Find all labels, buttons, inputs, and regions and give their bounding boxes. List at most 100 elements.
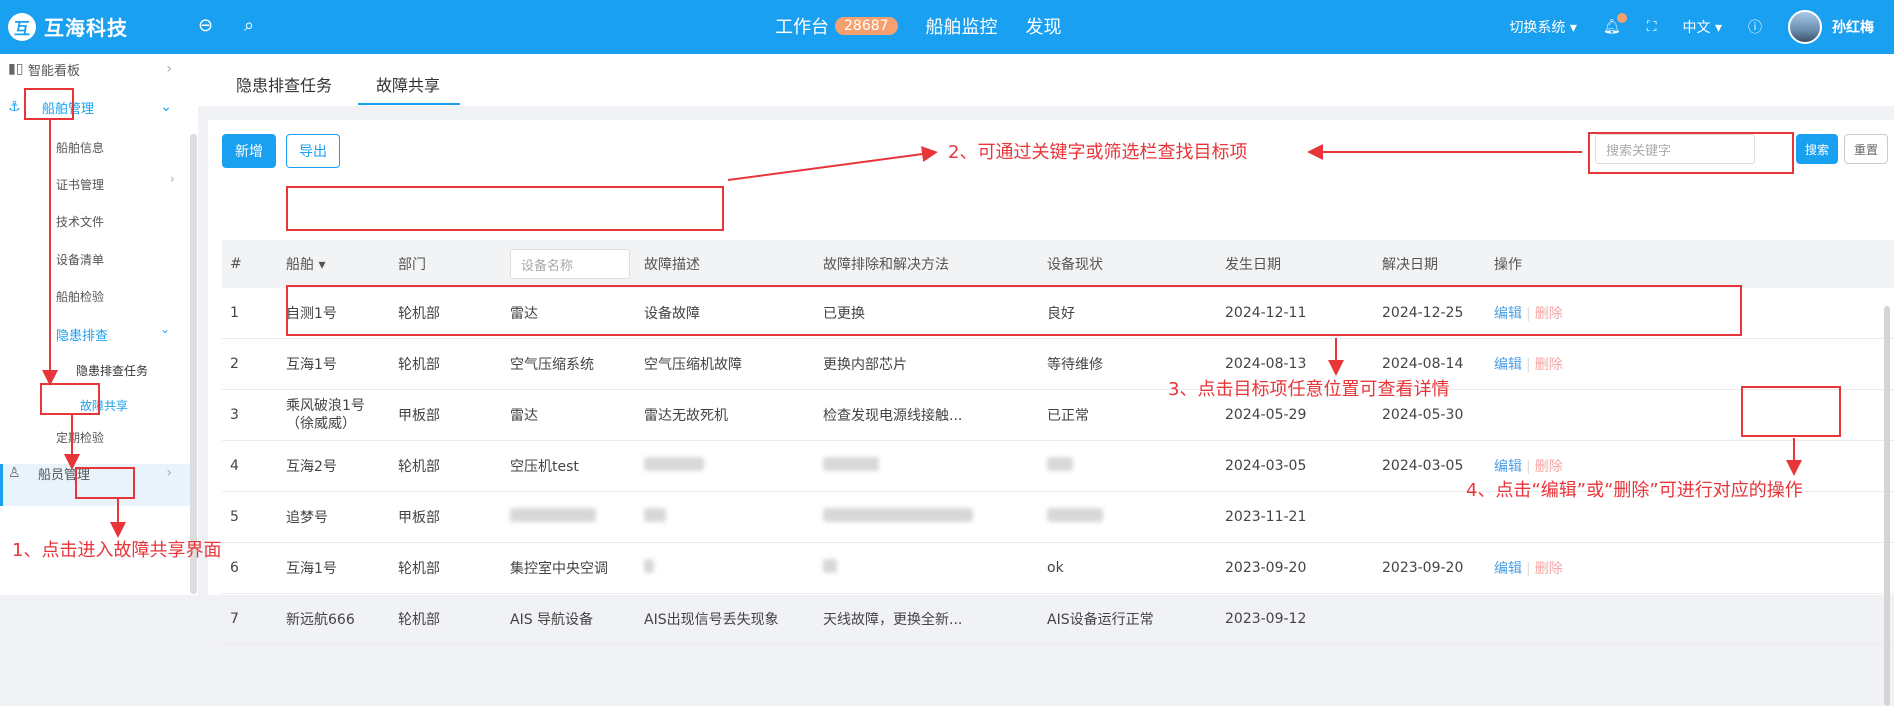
highlight-row-2 — [286, 285, 1742, 336]
sidebar-item-equipment-list[interactable]: 设备清单 — [56, 251, 104, 268]
col-fault-method: 故障排除和解决方法 — [823, 257, 949, 273]
chevron-down-icon: ⌄ — [160, 99, 172, 115]
cell-ship: 互海1号 — [286, 357, 337, 373]
table-row[interactable]: 3 乘风破浪1号（徐威威） 甲板部 雷达 雷达无故死机 检查发现电源线接触... 已正常 20… — [222, 390, 1894, 441]
logo[interactable]: 互 互海科技 — [8, 12, 128, 41]
user-icon: ♙ — [8, 465, 21, 481]
tab-hazard-task[interactable]: 隐患排查任务 — [236, 72, 332, 96]
export-button[interactable]: 导出 — [286, 134, 340, 168]
redacted-value — [644, 508, 666, 522]
separator: | — [1526, 561, 1531, 577]
cell-dept: 甲板部 — [398, 408, 440, 424]
search-button[interactable]: 搜索 — [1796, 134, 1838, 164]
cell-index: 1 — [230, 305, 239, 321]
sidebar: ▮▯ 智能看板 › ⚓︎ 船舶管理 ⌄ 船舶信息 证书管理 › 技术文件 设备清… — [0, 54, 198, 595]
nav-ship-monitor[interactable]: 船舶监控 — [926, 13, 998, 39]
edit-link[interactable]: 编辑 — [1494, 561, 1522, 577]
nav-workbench-label: 工作台 — [775, 17, 829, 38]
cell-fault-method: 更换内部芯片 — [823, 357, 907, 373]
header-tools: 切换系统 ▾ 🔔︎ ⛶ 中文 ▾ ⓘ 孙红梅 — [1509, 0, 1894, 54]
search-icon[interactable]: ⌕ — [244, 15, 254, 36]
sidebar-scrollbar[interactable] — [190, 134, 197, 594]
cell-occur-date: 2023-09-20 — [1225, 560, 1307, 576]
app-name: 互海科技 — [44, 16, 128, 40]
cell-device-status: AIS设备运行正常 — [1047, 612, 1154, 628]
language-label: 中文 — [1682, 20, 1711, 36]
avatar — [1788, 10, 1822, 44]
table-row[interactable]: 7 新远航666 轮机部 AIS 导航设备 AIS出现信号丢失现象 天线故障，更换全新..… — [222, 594, 1894, 645]
back-icon[interactable]: ⊖ — [198, 15, 213, 36]
sidebar-item-label: 智能看板 — [28, 63, 81, 79]
cell-device-status — [1047, 508, 1103, 526]
chevron-right-icon: › — [166, 465, 172, 481]
table-row[interactable]: 6 互海1号 轮机部 集控室中央空调 ok 2023-09-20 2023-09-20 编辑 |… — [222, 543, 1894, 594]
sidebar-item-ship-inspection[interactable]: 船舶检验 — [56, 288, 104, 305]
cell-resolve-date: 2024-08-14 — [1382, 356, 1464, 372]
sidebar-item-dashboard[interactable]: ▮▯ 智能看板 › — [0, 54, 190, 84]
reset-button[interactable]: 重置 — [1844, 134, 1888, 164]
annotation-2: 2、可通过关键字或筛选栏查找目标项 — [948, 142, 1248, 163]
cell-dept: 轮机部 — [398, 612, 440, 628]
switch-system-dropdown[interactable]: 切换系统 ▾ — [1509, 17, 1576, 37]
annotation-3: 3、点击目标项任意位置可查看详情 — [1168, 379, 1450, 400]
cell-device-status: 等待维修 — [1047, 357, 1103, 373]
sidebar-item-ship-info[interactable]: 船舶信息 — [56, 139, 104, 156]
cell-fault-desc: AIS出现信号丢失现象 — [644, 612, 779, 628]
user-name: 孙红梅 — [1832, 20, 1874, 36]
cell-fault-desc — [644, 457, 704, 475]
cell-ship: 互海2号 — [286, 459, 337, 475]
user-menu[interactable]: 孙红梅 — [1788, 10, 1874, 44]
highlight-ship-management — [24, 88, 74, 120]
language-dropdown[interactable]: 中文 ▾ — [1683, 17, 1722, 37]
cell-occur-date: 2024-03-05 — [1225, 458, 1307, 474]
table-row[interactable]: 2 互海1号 轮机部 空气压缩系统 空气压缩机故障 更换内部芯片 等待维修 2024-08-1… — [222, 339, 1894, 390]
tab-fault-sharing[interactable]: 故障共享 — [376, 72, 440, 96]
col-actions: 操作 — [1494, 257, 1522, 273]
row-actions: 编辑 | 删除 — [1494, 354, 1563, 374]
top-bar: 互 互海科技 ⊖ ⌕ 工作台 28687 船舶监控 发现 切换系统 ▾ 🔔︎ ⛶… — [0, 0, 1894, 54]
add-button[interactable]: 新增 — [222, 134, 276, 168]
bell-icon[interactable]: 🔔︎ — [1603, 13, 1627, 35]
nav-discover[interactable]: 发现 — [1026, 13, 1062, 39]
separator: | — [1526, 459, 1531, 475]
table-scrollbar[interactable] — [1884, 306, 1890, 706]
nav-workbench[interactable]: 工作台 28687 — [775, 13, 898, 39]
edit-link[interactable]: 编辑 — [1494, 459, 1522, 475]
cell-resolve-date: 2023-09-20 — [1382, 560, 1464, 576]
sidebar-item-tech-docs[interactable]: 技术文件 — [56, 213, 104, 230]
sidebar-item-hazard-check[interactable]: 隐患排查 — [56, 325, 108, 344]
highlight-fault-sharing — [75, 467, 135, 499]
cell-occur-date: 2024-08-13 — [1225, 356, 1307, 372]
edit-link[interactable]: 编辑 — [1494, 357, 1522, 373]
cell-device: 空压机test — [510, 459, 579, 475]
device-name-filter[interactable]: 设备名称 — [510, 249, 630, 279]
cell-dept: 轮机部 — [398, 357, 440, 373]
help-icon[interactable]: ⓘ — [1748, 17, 1762, 37]
cell-ship: 新远航666 — [286, 612, 355, 628]
row-actions: 编辑 | 删除 — [1494, 456, 1563, 476]
cell-device: 空气压缩系统 — [510, 357, 594, 373]
col-resolve-date: 解决日期 — [1382, 257, 1438, 273]
cell-dept: 轮机部 — [398, 561, 440, 577]
cell-device-status — [1047, 457, 1073, 475]
cell-index: 7 — [230, 611, 239, 627]
bar-chart-icon: ▮▯ — [8, 61, 24, 77]
sidebar-item-periodic-inspection[interactable]: 定期检验 — [56, 429, 104, 446]
sidebar-item-certificates[interactable]: 证书管理 — [56, 176, 104, 193]
delete-link[interactable]: 删除 — [1535, 357, 1563, 373]
row-actions: 编辑 | 删除 — [1494, 558, 1563, 578]
cell-ship: 追梦号 — [286, 510, 328, 526]
annotation-1: 1、点击进入故障共享界面 — [12, 540, 222, 561]
fullscreen-icon[interactable]: ⛶ — [1647, 19, 1657, 35]
redacted-value — [644, 559, 654, 573]
caret-down-icon: ▾ — [318, 257, 326, 273]
cell-device: 雷达 — [510, 408, 538, 424]
delete-link[interactable]: 删除 — [1535, 459, 1563, 475]
sidebar-item-hazard-task[interactable]: 隐患排查任务 — [76, 362, 148, 379]
cell-fault-method: 天线故障，更换全新... — [823, 612, 963, 628]
cell-occur-date: 2024-05-29 — [1225, 407, 1307, 423]
col-ship-filter[interactable]: 船舶 ▾ — [286, 254, 325, 274]
cell-dept: 甲板部 — [398, 510, 440, 526]
delete-link[interactable]: 删除 — [1535, 561, 1563, 577]
workbench-badge: 28687 — [835, 17, 898, 35]
